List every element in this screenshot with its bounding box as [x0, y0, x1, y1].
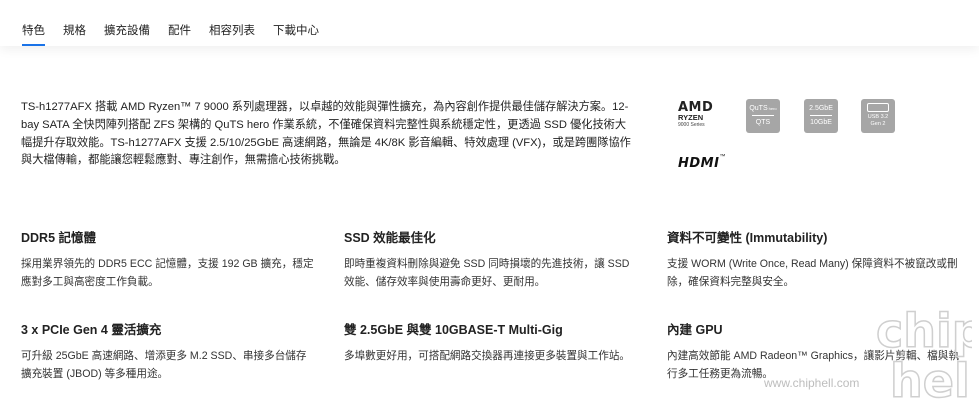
feature-description: 支援 WORM (Write Once, Read Many) 保障資料不被竄改…	[667, 258, 958, 288]
feature-description: 採用業界領先的 DDR5 ECC 記憶體，支援 192 GB 擴充，穩定應對多工…	[21, 258, 314, 288]
feature-description: 多埠數更好用，可搭配網路交換器再連接更多裝置與工作站。	[344, 350, 631, 362]
feature-description: 即時重複資料刪除與避免 SSD 同時損壞的先進技術，讓 SSD 效能、儲存效率與…	[344, 258, 630, 288]
watermark-logo-top: chip	[876, 304, 972, 358]
feature-multi-gig: 雙 2.5GbE 與雙 10GBASE-T Multi-Gig 多埠數更好用，可…	[344, 322, 639, 366]
tab-expansion[interactable]: 擴充設備	[104, 23, 150, 46]
quts-hero-badge: QuTShero QTS	[746, 99, 780, 133]
feature-ddr5: DDR5 記憶體 採用業界領先的 DDR5 ECC 記憶體，支援 192 GB …	[21, 230, 316, 291]
tab-compatibility[interactable]: 相容列表	[209, 23, 255, 46]
watermark-logo-bottom: hell	[890, 354, 972, 408]
product-intro: TS-h1277AFX 搭載 AMD Ryzen™ 7 9000 系列處理器，以…	[21, 101, 631, 167]
tab-downloads[interactable]: 下載中心	[273, 23, 319, 46]
tab-specs[interactable]: 規格	[63, 23, 86, 46]
quts-hero-label: hero	[768, 106, 777, 111]
usb-version-label: USB 3.2	[867, 114, 889, 120]
tab-list: 特色 規格 擴充設備 配件 相容列表 下載中心	[22, 23, 319, 46]
feature-title: 雙 2.5GbE 與雙 10GBASE-T Multi-Gig	[344, 323, 563, 337]
amd-ryzen-logo: AMD RYZEN 9000 Series	[678, 101, 713, 128]
usb-port-icon	[867, 103, 889, 112]
hdmi-trademark: ™	[719, 154, 726, 160]
usb-badge: USB 3.2 Gen 2	[861, 99, 895, 133]
qts-label: QTS	[755, 119, 771, 126]
watermark-url: www.chiphell.com	[764, 376, 860, 390]
feature-immutability: 資料不可變性 (Immutability) 支援 WORM (Write Onc…	[667, 230, 962, 291]
feature-title: 3 x PCIe Gen 4 靈活擴充	[21, 323, 162, 337]
chiphell-watermark-logo: chip hell	[875, 303, 972, 409]
ryzen-series-label: 9000 Series	[678, 122, 705, 128]
network-2-5gbe-label: 2.5GbE	[809, 105, 833, 112]
tab-accessories[interactable]: 配件	[168, 23, 191, 46]
feature-ssd-optimization: SSD 效能最佳化 即時重複資料刪除與避免 SSD 同時損壞的先進技術，讓 SS…	[344, 230, 639, 291]
feature-title: SSD 效能最佳化	[344, 231, 436, 245]
tab-features[interactable]: 特色	[22, 23, 45, 46]
feature-title: DDR5 記憶體	[21, 231, 97, 245]
feature-pcie-expansion: 3 x PCIe Gen 4 靈活擴充 可升級 25GbE 高速網路、增添更多 …	[21, 322, 316, 383]
usb-gen-label: Gen 2	[870, 121, 886, 127]
hdmi-logo: HDMI™	[678, 154, 725, 172]
product-tab-bar: 特色 規格 擴充設備 配件 相容列表 下載中心	[0, 0, 979, 46]
feature-title: 資料不可變性 (Immutability)	[667, 231, 828, 245]
hdmi-wordmark: HDMI	[678, 156, 720, 171]
feature-description: 可升級 25GbE 高速網路、增添更多 M.2 SSD、串接多台儲存擴充裝置 (…	[21, 350, 307, 380]
ryzen-wordmark: RYZEN	[678, 113, 704, 122]
quts-label: QuTS	[749, 105, 768, 112]
feature-logos: AMD RYZEN 9000 Series QuTShero QTS 2.5Gb…	[678, 99, 908, 189]
network-10gbe-label: 10GbE	[810, 119, 832, 126]
network-speed-badge: 2.5GbE 10GbE	[804, 99, 838, 133]
